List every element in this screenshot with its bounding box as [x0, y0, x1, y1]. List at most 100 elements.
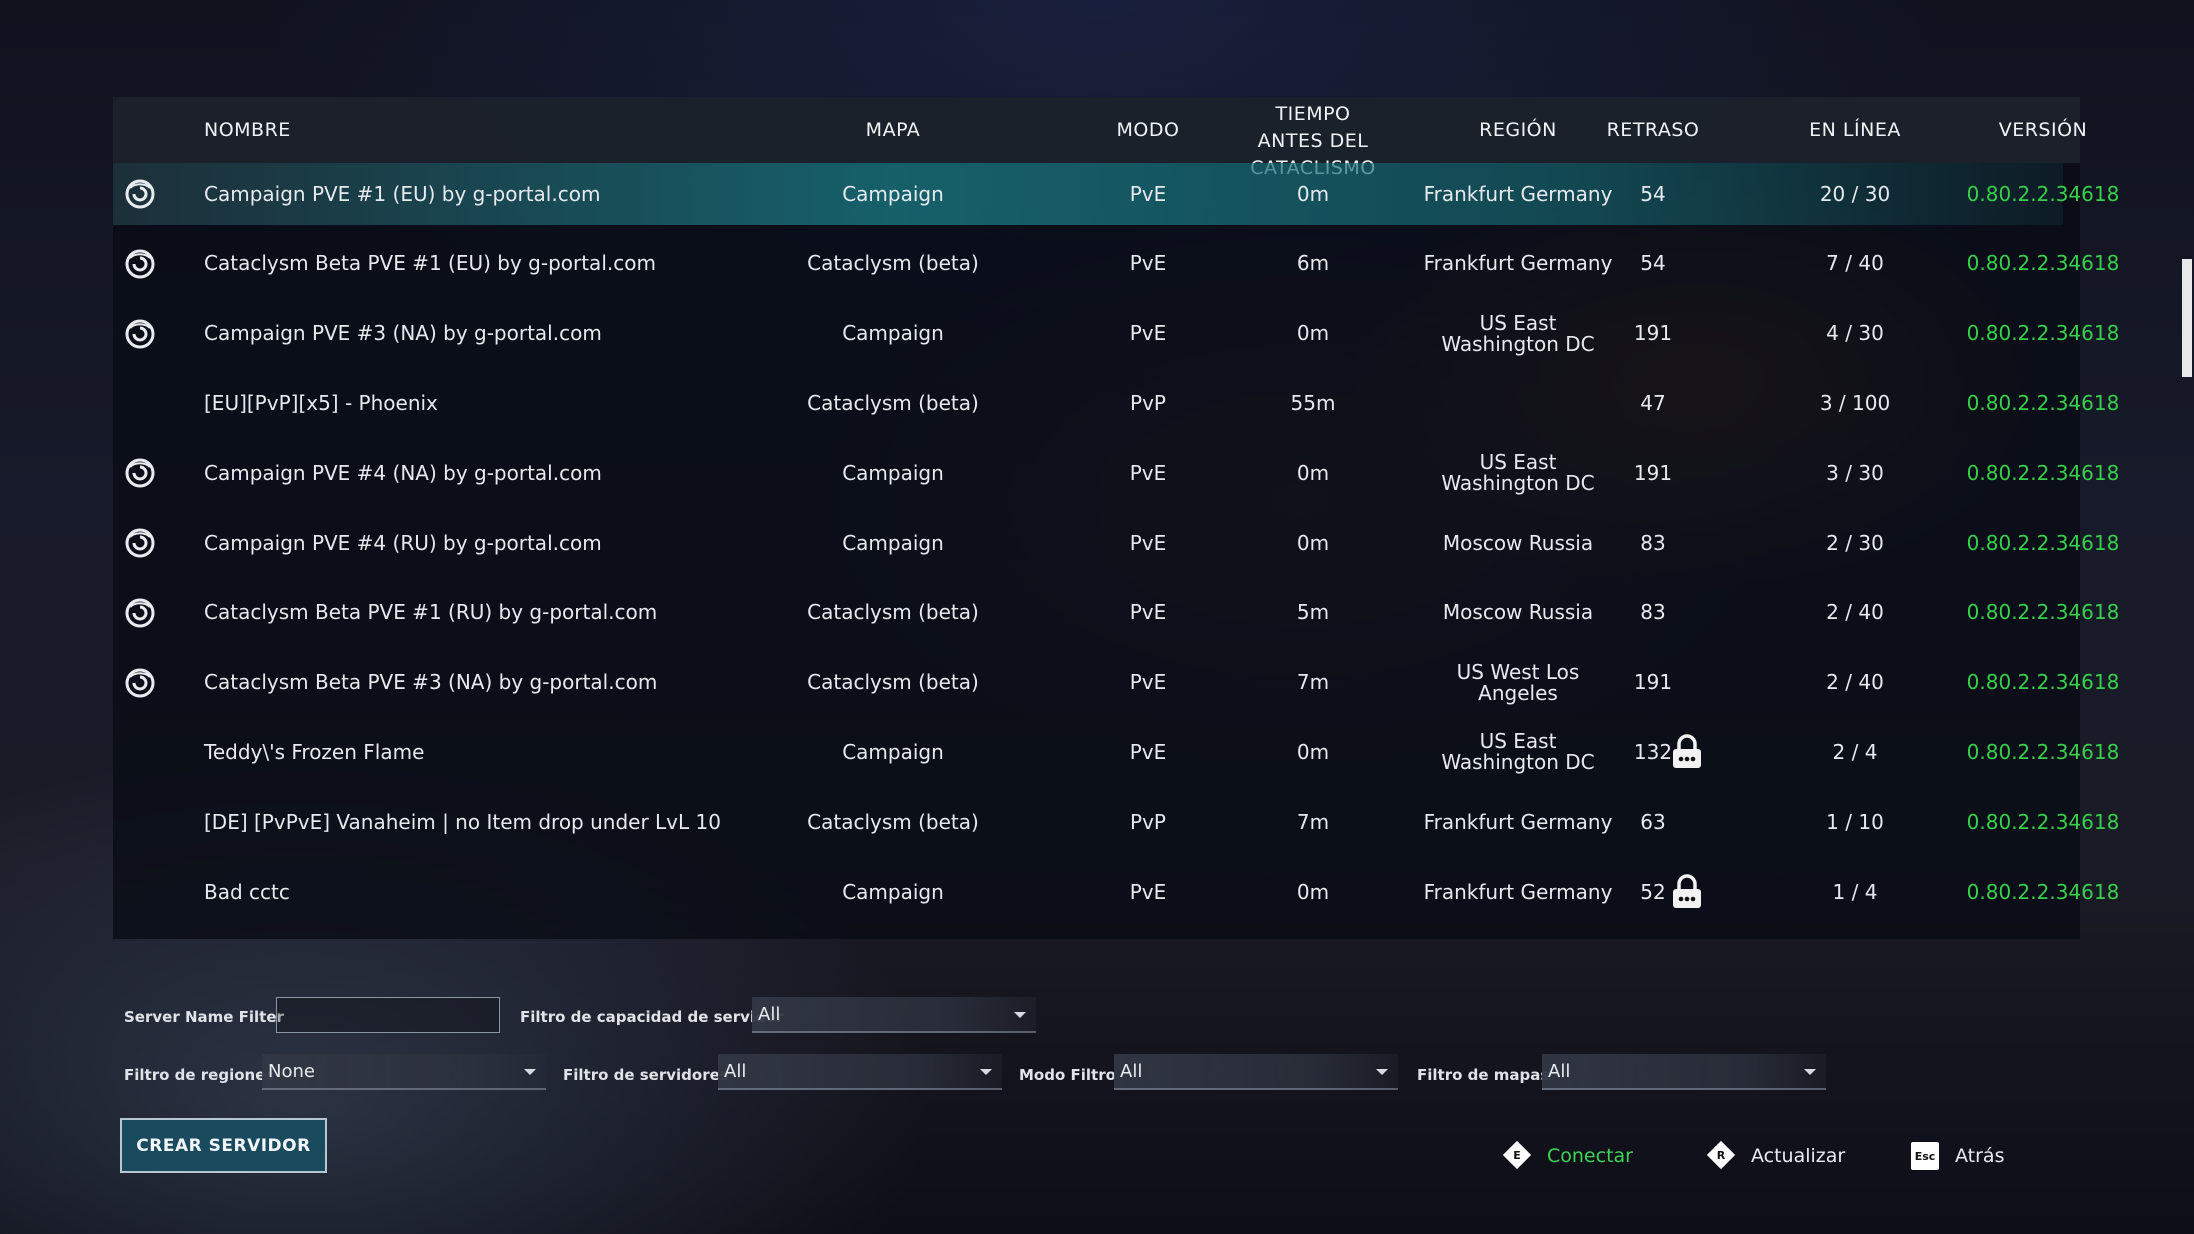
g-portal-logo-icon: [125, 598, 155, 628]
server-map: Cataclysm (beta): [807, 390, 979, 415]
server-row[interactable]: Cataclysm Beta PVE #1 (EU) by g-portal.c…: [113, 229, 2119, 299]
server-name-filter-input[interactable]: [276, 997, 500, 1033]
server-online: 7 / 40: [1826, 251, 1884, 276]
server-row[interactable]: Teddy\'s Frozen Flame Campaign PvE 0m 132 2 /…: [113, 717, 2119, 787]
server-region: [1403, 368, 1633, 438]
server-name: Cataclysm Beta PVE #1 (RU) by g-portal.c…: [204, 600, 658, 625]
connect-label: Conectar: [1547, 1145, 1633, 1167]
server-map: Campaign: [842, 460, 944, 485]
server-mode: PvE: [1129, 251, 1167, 276]
server-mode: PvE: [1129, 181, 1167, 206]
g-portal-logo-icon: [125, 528, 155, 558]
server-row[interactable]: Cataclysm Beta PVE #3 (NA) by g-portal.c…: [113, 648, 2119, 718]
regions-filter-value: None: [268, 1060, 315, 1082]
maps-filter-value: All: [1548, 1060, 1571, 1082]
server-row[interactable]: [DE] [PvPvE] Vanaheim | no Item drop und…: [113, 787, 2119, 857]
server-time: 0m: [1296, 321, 1330, 346]
server-region-line2: Washington DC: [1441, 750, 1595, 775]
header-name[interactable]: NOMBRE: [204, 97, 291, 163]
server-version: 0.80.2.2.34618: [1966, 460, 2120, 485]
server-region: Frankfurt Germany: [1403, 787, 1633, 857]
chevron-down-icon: [980, 1069, 992, 1075]
connect-button[interactable]: E Conectar: [1502, 1140, 1633, 1172]
server-region: Frankfurt Germany: [1403, 229, 1633, 299]
refresh-label: Actualizar: [1751, 1145, 1846, 1167]
server-map: Cataclysm (beta): [807, 670, 979, 695]
key-r-icon: R: [1706, 1140, 1737, 1171]
server-mode: PvE: [1129, 600, 1167, 625]
chevron-down-icon: [1804, 1069, 1816, 1075]
server-time: 7m: [1296, 809, 1330, 834]
server-version: 0.80.2.2.34618: [1966, 670, 2120, 695]
server-region: Moscow Russia: [1403, 508, 1633, 578]
server-mode: PvE: [1129, 460, 1167, 485]
server-name: Campaign PVE #4 (NA) by g-portal.com: [204, 460, 602, 485]
regions-filter-dropdown[interactable]: None: [262, 1054, 546, 1090]
server-region: Frankfurt Germany: [1403, 857, 1633, 927]
server-row[interactable]: Campaign PVE #3 (NA) by g-portal.com Camp…: [113, 299, 2119, 369]
server-map: Cataclysm (beta): [807, 809, 979, 834]
server-time: 7m: [1296, 670, 1330, 695]
server-row[interactable]: Campaign PVE #1 (EU) by g-portal.com Camp…: [113, 163, 2119, 225]
lock-icon: [1670, 734, 1704, 770]
list-scrollbar[interactable]: [2182, 259, 2192, 377]
server-version: 0.80.2.2.34618: [1966, 879, 2120, 904]
refresh-button[interactable]: R Actualizar: [1706, 1140, 1846, 1172]
g-portal-logo-icon: [125, 179, 155, 209]
key-e-icon: E: [1502, 1140, 1533, 1171]
g-portal-logo-icon: [125, 249, 155, 279]
server-version: 0.80.2.2.34618: [1966, 600, 2120, 625]
server-mode: PvE: [1129, 530, 1167, 555]
server-time: 0m: [1296, 739, 1330, 764]
server-time: 5m: [1296, 600, 1330, 625]
server-map: Cataclysm (beta): [807, 251, 979, 276]
g-portal-logo-icon: [125, 319, 155, 349]
server-map: Campaign: [842, 879, 944, 904]
server-region-line1: Moscow Russia: [1442, 530, 1594, 555]
chevron-down-icon: [524, 1069, 536, 1075]
server-map: Campaign: [842, 530, 944, 555]
capacity-filter-value: All: [758, 1003, 781, 1025]
server-time: 0m: [1296, 530, 1330, 555]
create-server-button[interactable]: CREAR SERVIDOR: [120, 1118, 327, 1173]
server-online: 2 / 4: [1832, 739, 1878, 764]
table-header: NOMBRE MAPA MODO TIEMPO ANTES DEL CATACL…: [113, 97, 2087, 179]
chevron-down-icon: [1014, 1012, 1026, 1018]
server-online: 3 / 100: [1819, 390, 1891, 415]
header-map[interactable]: MAPA: [823, 97, 963, 163]
header-mode[interactable]: MODO: [1078, 97, 1218, 163]
server-time: 55m: [1290, 390, 1336, 415]
server-time: 0m: [1296, 460, 1330, 485]
mode-filter-dropdown[interactable]: All: [1114, 1054, 1398, 1090]
server-region: US East Washington DC: [1403, 299, 1633, 369]
mode-filter-label: Modo Filtro: [1019, 1066, 1116, 1084]
capacity-filter-dropdown[interactable]: All: [752, 997, 1036, 1033]
server-version: 0.80.2.2.34618: [1966, 251, 2120, 276]
maps-filter-dropdown[interactable]: All: [1542, 1054, 1826, 1090]
server-row[interactable]: Campaign PVE #4 (NA) by g-portal.com Camp…: [113, 438, 2119, 508]
server-region-line1: Frankfurt Germany: [1423, 809, 1613, 834]
server-version: 0.80.2.2.34618: [1966, 390, 2120, 415]
server-name: Cataclysm Beta PVE #3 (NA) by g-portal.c…: [204, 670, 658, 695]
server-region-line1: Frankfurt Germany: [1423, 251, 1613, 276]
server-time: 0m: [1296, 879, 1330, 904]
back-button[interactable]: Esc Atrás: [1911, 1140, 2004, 1172]
server-row[interactable]: [EU][PvP][x5] - Phoenix Cataclysm (beta) P…: [113, 368, 2119, 438]
server-name: Bad cctc: [204, 879, 290, 904]
chevron-down-icon: [1376, 1069, 1388, 1075]
server-name: [DE] [PvPvE] Vanaheim | no Item drop und…: [204, 809, 721, 834]
server-name: Campaign PVE #3 (NA) by g-portal.com: [204, 321, 602, 346]
server-row[interactable]: Bad cctc Campaign PvE 0m 52 1 / 4 0.80.2.2.346…: [113, 857, 2119, 927]
header-version[interactable]: VERSIÓN: [1973, 97, 2113, 163]
server-region-line2: Washington DC: [1441, 471, 1595, 496]
server-row[interactable]: Campaign PVE #4 (RU) by g-portal.com Camp…: [113, 508, 2119, 578]
server-mode: PvP: [1130, 809, 1166, 834]
servers-filter-value: All: [724, 1060, 747, 1082]
header-ping[interactable]: RETRASO: [1588, 97, 1718, 163]
server-region-line1: US East: [1479, 310, 1557, 335]
header-online[interactable]: EN LÍNEA: [1785, 97, 1925, 163]
server-time: 0m: [1296, 181, 1330, 206]
key-esc-icon: Esc: [1911, 1142, 1939, 1170]
servers-filter-dropdown[interactable]: All: [718, 1054, 1002, 1090]
server-row[interactable]: Cataclysm Beta PVE #1 (RU) by g-portal.c…: [113, 578, 2119, 648]
